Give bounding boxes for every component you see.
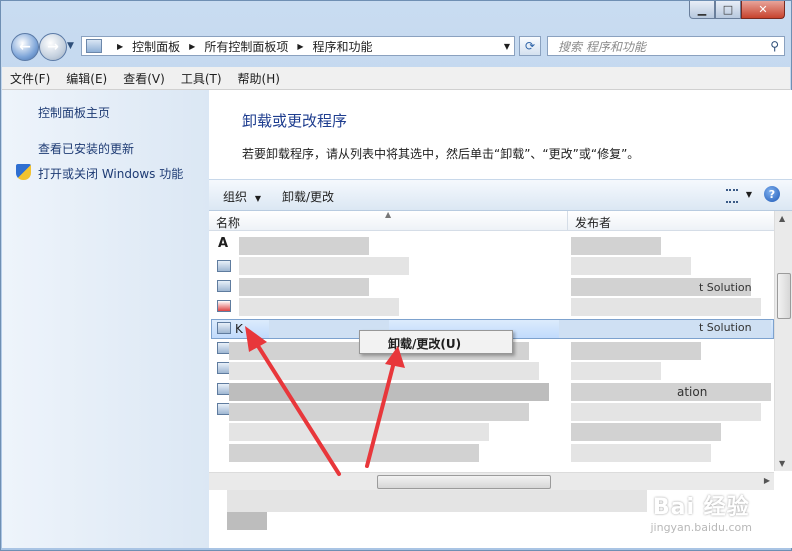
page-description: 若要卸载程序，请从列表中将其选中，然后单击“卸载”、“更改”或“修复”。 <box>242 147 640 161</box>
context-menu-uninstall-change[interactable]: 卸载/更改(U) <box>388 335 461 352</box>
organize-label: 组织 <box>223 190 248 204</box>
blurred-publisher <box>571 298 761 316</box>
maximize-button[interactable]: □ <box>715 1 741 19</box>
watermark-url: jingyan.baidu.com <box>650 521 752 534</box>
blurred-status-icon <box>227 512 267 530</box>
blurred-program-name <box>239 278 369 296</box>
forward-button[interactable]: → <box>39 33 67 61</box>
sidebar: 控制面板主页 查看已安装的更新 打开或关闭 Windows 功能 <box>2 90 210 548</box>
breadcrumb-all-items[interactable]: 所有控制面板项 <box>204 38 288 55</box>
column-publisher[interactable]: 发布者 <box>575 214 611 231</box>
blurred-publisher <box>571 342 701 360</box>
blurred-publisher <box>571 362 661 380</box>
blurred-publisher <box>571 423 721 441</box>
caption-buttons: ▁ □ ✕ <box>689 1 785 21</box>
scroll-up-icon[interactable]: ▲ <box>779 214 785 223</box>
blurred-program-name <box>229 444 479 462</box>
control-panel-icon <box>86 39 102 53</box>
watermark-brand: Bai 经验 <box>652 495 750 520</box>
baidu-watermark: Bai 经验 jingyan.baidu.com <box>650 489 752 534</box>
selected-program-icon <box>217 322 231 334</box>
blurred-publisher <box>571 257 691 275</box>
blurred-publisher <box>571 444 711 462</box>
chevron-down-icon: ▼ <box>254 194 261 203</box>
blurred-program-name <box>239 237 369 255</box>
vertical-scrollbar[interactable]: ▲ ▼ <box>774 211 792 471</box>
program-icon <box>217 260 231 272</box>
search-icon[interactable]: ⚲ <box>770 39 779 53</box>
menu-file[interactable]: 文件(F) <box>2 70 58 87</box>
shield-icon <box>16 164 31 180</box>
blurred-program-name <box>229 383 549 401</box>
menu-help[interactable]: 帮助(H) <box>230 70 288 87</box>
close-button[interactable]: ✕ <box>741 1 785 19</box>
sidebar-link-installed-updates[interactable]: 查看已安装的更新 <box>38 140 134 157</box>
menu-edit[interactable]: 编辑(E) <box>58 70 115 87</box>
context-menu: 卸载/更改(U) <box>359 330 513 354</box>
font-app-icon: A <box>218 236 229 251</box>
blurred-program-name <box>229 423 489 441</box>
address-dropdown-icon[interactable]: ▼ <box>504 42 510 51</box>
breadcrumb-programs[interactable]: 程序和功能 <box>313 38 373 55</box>
horizontal-scroll-thumb[interactable] <box>377 475 551 489</box>
publisher-fragment: t Solution <box>699 321 752 334</box>
help-icon[interactable]: ? <box>764 186 780 202</box>
back-button[interactable]: ← <box>11 33 39 61</box>
chevron-right-icon[interactable]: ▶ <box>117 42 123 51</box>
search-placeholder: 搜索 程序和功能 <box>558 39 646 54</box>
blurred-program-name <box>239 298 399 316</box>
publisher-fragment: t Solution <box>699 281 752 294</box>
breadcrumb: ▶ 控制面板 ▶ 所有控制面板项 ▶ 程序和功能 <box>108 38 373 55</box>
breadcrumb-control-panel[interactable]: 控制面板 <box>132 38 180 55</box>
blurred-publisher <box>571 403 761 421</box>
program-icon <box>217 300 231 312</box>
blurred-program-name <box>239 257 409 275</box>
page-title: 卸载或更改程序 <box>242 112 348 130</box>
scroll-down-icon[interactable]: ▼ <box>779 459 785 468</box>
recent-pages-dropdown-icon[interactable]: ▼ <box>67 41 74 51</box>
command-toolbar: 组织 ▼ 卸载/更改 ▼ ? <box>209 179 792 211</box>
organize-button[interactable]: 组织 ▼ <box>223 188 261 205</box>
blurred-program-name <box>229 403 529 421</box>
menu-view[interactable]: 查看(V) <box>115 70 173 87</box>
program-icon <box>217 280 231 292</box>
blurred-program-name <box>229 362 539 380</box>
sidebar-link-control-panel-home[interactable]: 控制面板主页 <box>38 104 110 121</box>
address-bar[interactable]: ▶ 控制面板 ▶ 所有控制面板项 ▶ 程序和功能 ▼ <box>81 36 515 56</box>
chevron-right-icon[interactable]: ▶ <box>297 42 303 51</box>
selected-program-name: K <box>235 322 243 336</box>
scroll-right-icon[interactable]: ▶ <box>764 476 770 485</box>
menu-tools[interactable]: 工具(T) <box>173 70 230 87</box>
window: ▁ □ ✕ ← → ▼ ▶ 控制面板 ▶ 所有控制面板项 ▶ 程序和功能 ▼ ⟳… <box>0 0 792 551</box>
publisher-fragment: ation <box>677 385 708 399</box>
uninstall-change-button[interactable]: 卸载/更改 <box>282 188 334 205</box>
chevron-right-icon[interactable]: ▶ <box>189 42 195 51</box>
main-panel: 卸载或更改程序 若要卸载程序，请从列表中将其选中，然后单击“卸载”、“更改”或“… <box>209 90 792 548</box>
sidebar-link-windows-features[interactable]: 打开或关闭 Windows 功能 <box>38 165 183 182</box>
vertical-scroll-thumb[interactable] <box>777 273 791 319</box>
column-divider <box>567 211 568 230</box>
search-input[interactable]: 搜索 程序和功能 ⚲ <box>547 36 785 56</box>
column-header-row: ▲ 名称 发布者 <box>209 210 792 231</box>
menu-bar: 文件(F) 编辑(E) 查看(V) 工具(T) 帮助(H) <box>2 67 790 90</box>
refresh-button[interactable]: ⟳ <box>519 36 541 56</box>
sort-arrow-icon: ▲ <box>385 210 392 219</box>
minimize-button[interactable]: ▁ <box>689 1 715 19</box>
navigation-bar: ← → ▼ ▶ 控制面板 ▶ 所有控制面板项 ▶ 程序和功能 ▼ ⟳ 搜索 程序… <box>9 33 785 61</box>
column-name[interactable]: 名称 <box>216 214 240 231</box>
blurred-publisher <box>571 237 661 255</box>
blurred-status-area <box>227 490 647 512</box>
view-dropdown-icon[interactable]: ▼ <box>746 190 752 199</box>
view-options-icon[interactable] <box>726 189 738 203</box>
blurred-publisher <box>571 383 771 401</box>
horizontal-scrollbar[interactable]: ▶ <box>209 472 774 490</box>
